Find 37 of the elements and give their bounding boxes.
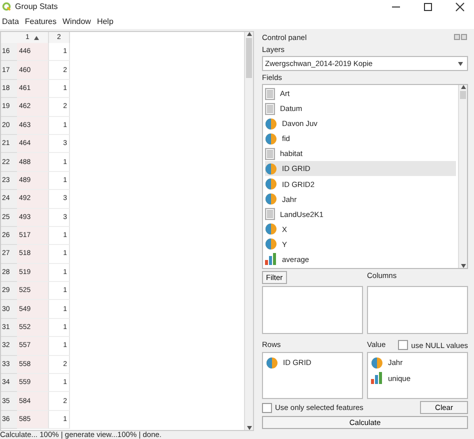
bar-chart-icon [371, 372, 383, 384]
pie-icon [265, 238, 277, 250]
text-field-icon [265, 102, 275, 115]
scroll-thumb[interactable] [246, 38, 252, 78]
dropdown-arrow-icon [458, 62, 463, 66]
checkbox[interactable] [398, 340, 408, 350]
bar-chart-icon [265, 253, 277, 266]
checkbox[interactable] [262, 402, 272, 412]
menu-item[interactable]: Features [22, 16, 60, 26]
filter-box[interactable] [262, 286, 363, 334]
menu-item[interactable]: Window [60, 16, 95, 26]
close-icon[interactable] [455, 2, 465, 12]
app-logo-icon [2, 2, 11, 11]
pie-icon [371, 356, 383, 369]
scrollbar[interactable] [244, 32, 253, 430]
pie-icon [265, 118, 277, 130]
maximize-icon[interactable] [423, 2, 433, 12]
menu-item[interactable]: Data [0, 16, 23, 26]
pie-icon [266, 356, 278, 369]
panel-buttons-icon[interactable] [454, 34, 468, 40]
text-field-icon [265, 208, 275, 220]
pie-icon [265, 223, 277, 236]
pie-icon [265, 132, 277, 145]
scroll-up-icon[interactable] [246, 32, 252, 36]
columns-box[interactable] [367, 286, 468, 334]
scrollbar[interactable] [458, 85, 467, 268]
scroll-up-icon[interactable] [460, 85, 466, 89]
scroll-down-icon[interactable] [460, 264, 466, 268]
text-field-icon [265, 148, 275, 160]
scroll-thumb[interactable] [460, 91, 466, 99]
pie-icon [265, 193, 277, 206]
scroll-down-icon[interactable] [246, 426, 252, 430]
menu-item[interactable]: Help [94, 16, 118, 26]
window-title: Group Stats [15, 2, 59, 11]
text-field-icon [265, 88, 275, 100]
pie-icon [265, 162, 277, 175]
pie-icon [265, 178, 277, 190]
